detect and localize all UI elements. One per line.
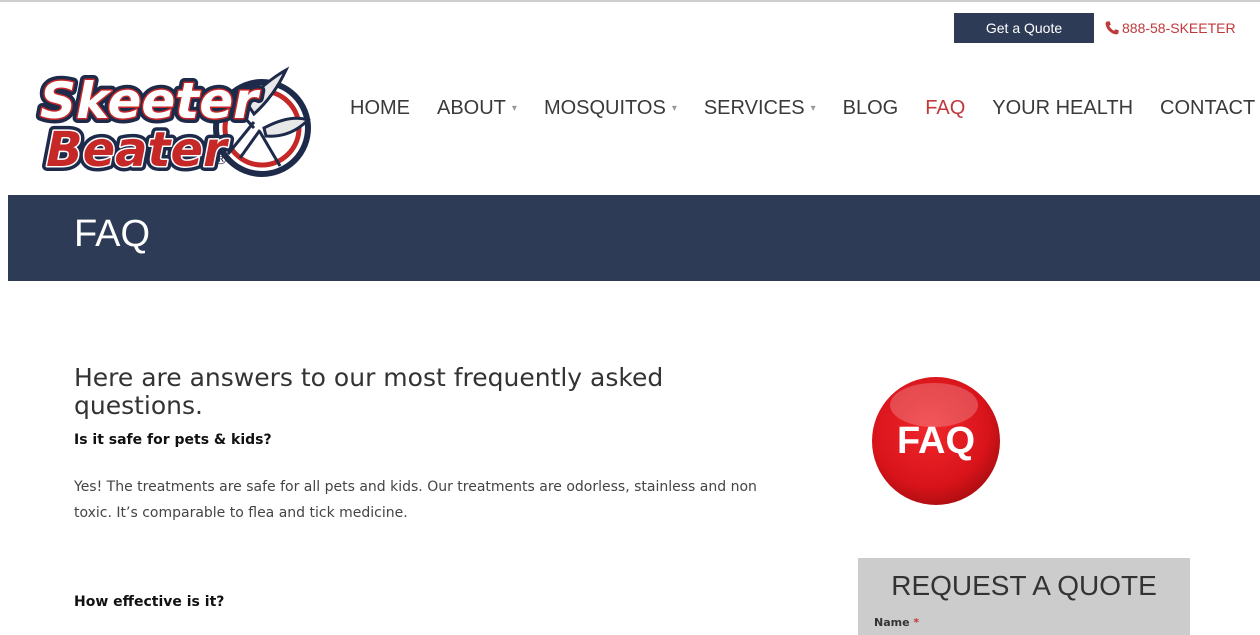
nav-label: YOUR HEALTH (992, 96, 1134, 119)
chevron-down-icon: ▾ (511, 102, 517, 114)
phone-link[interactable]: 888-58-SKEETER (1104, 13, 1236, 43)
get-a-quote-button[interactable]: Get a Quote (954, 13, 1094, 43)
faq-badge-icon: FAQ (872, 377, 1000, 505)
nav-services[interactable]: SERVICES ▾ (704, 97, 816, 120)
top-border (0, 0, 1260, 2)
svg-text:Beater: Beater (46, 122, 230, 178)
name-label-text: Name (874, 616, 910, 629)
phone-number: 888-58-SKEETER (1122, 20, 1236, 36)
chevron-down-icon: ▾ (810, 102, 816, 114)
nav-your-health[interactable]: YOUR HEALTH (992, 97, 1133, 120)
main-nav: HOME ABOUT ▾ MOSQUITOS ▾ SERVICES ▾ BLOG FA… (350, 92, 1255, 124)
name-field-label: Name * (874, 616, 919, 629)
faq-answer: Yes! The treatments are safe for all pet… (74, 479, 757, 521)
phone-icon (1105, 21, 1119, 35)
nav-label: HOME (350, 96, 410, 119)
nav-label: BLOG (842, 96, 899, 119)
nav-mosquitos[interactable]: MOSQUITOS ▾ (544, 97, 677, 120)
svg-text:®: ® (214, 152, 228, 168)
chevron-down-icon: ▾ (671, 102, 677, 114)
faq-badge-text: FAQ (897, 420, 975, 462)
skeeter-beater-logo[interactable]: Skeeter Skeeter Skeeter Beater Beater Be… (28, 62, 314, 182)
nav-faq[interactable]: FAQ (925, 97, 965, 120)
page-banner: FAQ (8, 195, 1260, 281)
nav-label: SERVICES (703, 96, 805, 119)
nav-label: CONTACT (1160, 96, 1256, 119)
nav-contact[interactable]: CONTACT (1160, 97, 1255, 120)
nav-label: FAQ (925, 96, 966, 119)
intro-heading: Here are answers to our most frequently … (74, 363, 664, 420)
nav-label: ABOUT (437, 96, 506, 119)
nav-blog[interactable]: BLOG (843, 97, 899, 120)
nav-about[interactable]: ABOUT ▾ (437, 97, 517, 120)
faq-question: Is it safe for pets & kids? (74, 432, 272, 448)
faq-question: How effective is it? (74, 594, 225, 610)
nav-home[interactable]: HOME (350, 97, 410, 120)
request-quote-title: REQUEST A QUOTE (891, 570, 1157, 601)
nav-label: MOSQUITOS (543, 96, 666, 119)
page-title: FAQ (74, 213, 151, 255)
required-mark: * (913, 616, 920, 629)
request-quote-form: REQUEST A QUOTE Name * (858, 558, 1190, 635)
